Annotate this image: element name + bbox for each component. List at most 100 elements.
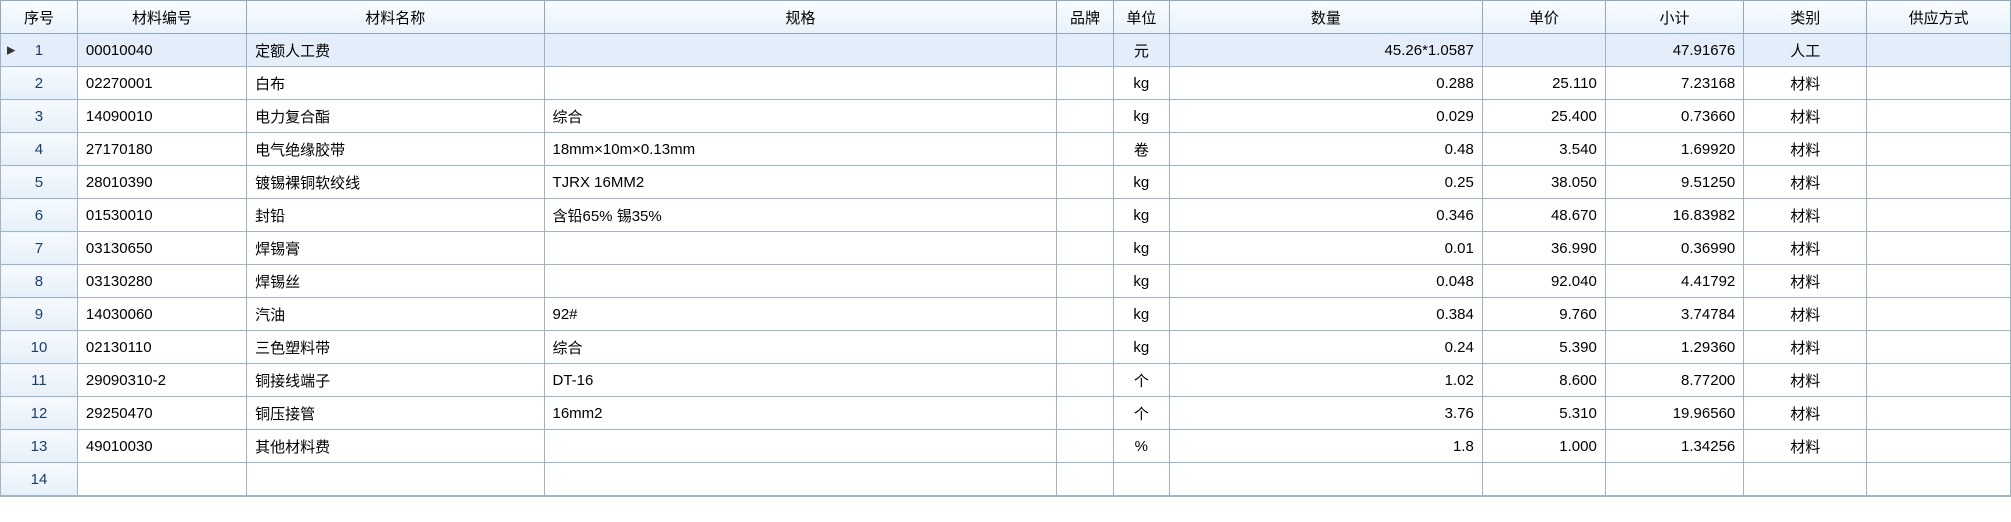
cell-spec[interactable] bbox=[544, 265, 1057, 298]
cell-category[interactable]: 材料 bbox=[1744, 232, 1867, 265]
cell-price[interactable]: 48.670 bbox=[1482, 199, 1605, 232]
cell-price[interactable]: 8.600 bbox=[1482, 364, 1605, 397]
cell-spec[interactable] bbox=[544, 232, 1057, 265]
cell-price[interactable] bbox=[1482, 34, 1605, 67]
col-subtotal[interactable]: 小计 bbox=[1605, 1, 1743, 34]
cell-category[interactable]: 材料 bbox=[1744, 100, 1867, 133]
cell-unit[interactable]: 个 bbox=[1113, 397, 1169, 430]
cell-spec[interactable] bbox=[544, 430, 1057, 463]
cell-subtotal[interactable]: 8.77200 bbox=[1605, 364, 1743, 397]
cell-brand[interactable] bbox=[1057, 67, 1113, 100]
cell-category[interactable]: 材料 bbox=[1744, 364, 1867, 397]
row-seq[interactable]: 14 bbox=[1, 463, 78, 496]
cell-qty[interactable]: 0.346 bbox=[1170, 199, 1483, 232]
cell-spec[interactable]: DT-16 bbox=[544, 364, 1057, 397]
cell-unit[interactable]: kg bbox=[1113, 265, 1169, 298]
cell-supply[interactable] bbox=[1867, 166, 2011, 199]
cell-matname[interactable]: 焊锡膏 bbox=[247, 232, 544, 265]
cell-qty[interactable]: 1.8 bbox=[1170, 430, 1483, 463]
cell-subtotal[interactable]: 7.23168 bbox=[1605, 67, 1743, 100]
cell-price[interactable]: 9.760 bbox=[1482, 298, 1605, 331]
cell-spec[interactable] bbox=[544, 463, 1057, 496]
cell-category[interactable]: 材料 bbox=[1744, 430, 1867, 463]
cell-unit[interactable]: kg bbox=[1113, 331, 1169, 364]
cell-spec[interactable]: 92# bbox=[544, 298, 1057, 331]
row-seq[interactable]: 11 bbox=[1, 364, 78, 397]
cell-spec[interactable]: TJRX 16MM2 bbox=[544, 166, 1057, 199]
table-row[interactable]: 14 bbox=[1, 463, 2011, 496]
col-spec[interactable]: 规格 bbox=[544, 1, 1057, 34]
cell-supply[interactable] bbox=[1867, 463, 2011, 496]
cell-subtotal[interactable]: 3.74784 bbox=[1605, 298, 1743, 331]
row-seq[interactable]: 10 bbox=[1, 331, 78, 364]
cell-brand[interactable] bbox=[1057, 232, 1113, 265]
table-row[interactable]: 601530010封铅含铅65% 锡35%kg0.34648.67016.839… bbox=[1, 199, 2011, 232]
cell-subtotal[interactable]: 47.91676 bbox=[1605, 34, 1743, 67]
cell-matid[interactable] bbox=[77, 463, 246, 496]
cell-category[interactable]: 材料 bbox=[1744, 298, 1867, 331]
cell-matname[interactable]: 封铅 bbox=[247, 199, 544, 232]
cell-price[interactable]: 25.400 bbox=[1482, 100, 1605, 133]
cell-subtotal[interactable]: 0.36990 bbox=[1605, 232, 1743, 265]
cell-spec[interactable] bbox=[544, 67, 1057, 100]
col-brand[interactable]: 品牌 bbox=[1057, 1, 1113, 34]
row-seq[interactable]: 3 bbox=[1, 100, 78, 133]
cell-subtotal[interactable] bbox=[1605, 463, 1743, 496]
row-seq[interactable]: ▶1 bbox=[1, 34, 78, 67]
table-row[interactable]: 803130280焊锡丝kg0.04892.0404.41792材料 bbox=[1, 265, 2011, 298]
cell-brand[interactable] bbox=[1057, 34, 1113, 67]
cell-qty[interactable]: 0.288 bbox=[1170, 67, 1483, 100]
cell-category[interactable]: 材料 bbox=[1744, 265, 1867, 298]
cell-unit[interactable]: kg bbox=[1113, 232, 1169, 265]
col-category[interactable]: 类别 bbox=[1744, 1, 1867, 34]
cell-category[interactable]: 材料 bbox=[1744, 166, 1867, 199]
cell-subtotal[interactable]: 9.51250 bbox=[1605, 166, 1743, 199]
cell-matname[interactable]: 铜接线端子 bbox=[247, 364, 544, 397]
cell-qty[interactable]: 0.24 bbox=[1170, 331, 1483, 364]
cell-qty[interactable] bbox=[1170, 463, 1483, 496]
cell-unit[interactable]: kg bbox=[1113, 298, 1169, 331]
cell-unit[interactable]: kg bbox=[1113, 199, 1169, 232]
cell-matname[interactable]: 焊锡丝 bbox=[247, 265, 544, 298]
cell-spec[interactable]: 综合 bbox=[544, 331, 1057, 364]
cell-matid[interactable]: 14090010 bbox=[77, 100, 246, 133]
cell-matid[interactable]: 49010030 bbox=[77, 430, 246, 463]
cell-price[interactable]: 38.050 bbox=[1482, 166, 1605, 199]
cell-brand[interactable] bbox=[1057, 133, 1113, 166]
cell-qty[interactable]: 0.48 bbox=[1170, 133, 1483, 166]
cell-brand[interactable] bbox=[1057, 100, 1113, 133]
row-seq[interactable]: 12 bbox=[1, 397, 78, 430]
table-row[interactable]: 1229250470铜压接管16mm2个3.765.31019.96560材料 bbox=[1, 397, 2011, 430]
cell-unit[interactable]: kg bbox=[1113, 67, 1169, 100]
cell-subtotal[interactable]: 4.41792 bbox=[1605, 265, 1743, 298]
cell-unit[interactable]: % bbox=[1113, 430, 1169, 463]
table-row[interactable]: 1129090310-2铜接线端子DT-16个1.028.6008.77200材… bbox=[1, 364, 2011, 397]
cell-unit[interactable]: 个 bbox=[1113, 364, 1169, 397]
table-row[interactable]: 202270001白布kg0.28825.1107.23168材料 bbox=[1, 67, 2011, 100]
cell-subtotal[interactable]: 0.73660 bbox=[1605, 100, 1743, 133]
cell-matid[interactable]: 29250470 bbox=[77, 397, 246, 430]
cell-category[interactable] bbox=[1744, 463, 1867, 496]
row-seq[interactable]: 13 bbox=[1, 430, 78, 463]
cell-price[interactable]: 1.000 bbox=[1482, 430, 1605, 463]
cell-qty[interactable]: 0.048 bbox=[1170, 265, 1483, 298]
cell-brand[interactable] bbox=[1057, 430, 1113, 463]
cell-matname[interactable] bbox=[247, 463, 544, 496]
cell-matid[interactable]: 02130110 bbox=[77, 331, 246, 364]
cell-matname[interactable]: 电气绝缘胶带 bbox=[247, 133, 544, 166]
row-seq[interactable]: 4 bbox=[1, 133, 78, 166]
cell-unit[interactable] bbox=[1113, 463, 1169, 496]
cell-matname[interactable]: 汽油 bbox=[247, 298, 544, 331]
cell-supply[interactable] bbox=[1867, 331, 2011, 364]
cell-matid[interactable]: 03130650 bbox=[77, 232, 246, 265]
col-supply[interactable]: 供应方式 bbox=[1867, 1, 2011, 34]
col-matid[interactable]: 材料编号 bbox=[77, 1, 246, 34]
table-row[interactable]: 1349010030其他材料费%1.81.0001.34256材料 bbox=[1, 430, 2011, 463]
cell-spec[interactable]: 综合 bbox=[544, 100, 1057, 133]
table-row[interactable]: 427170180电气绝缘胶带18mm×10m×0.13mm卷0.483.540… bbox=[1, 133, 2011, 166]
col-qty[interactable]: 数量 bbox=[1170, 1, 1483, 34]
cell-supply[interactable] bbox=[1867, 34, 2011, 67]
cell-brand[interactable] bbox=[1057, 463, 1113, 496]
cell-category[interactable]: 材料 bbox=[1744, 67, 1867, 100]
cell-unit[interactable]: 卷 bbox=[1113, 133, 1169, 166]
